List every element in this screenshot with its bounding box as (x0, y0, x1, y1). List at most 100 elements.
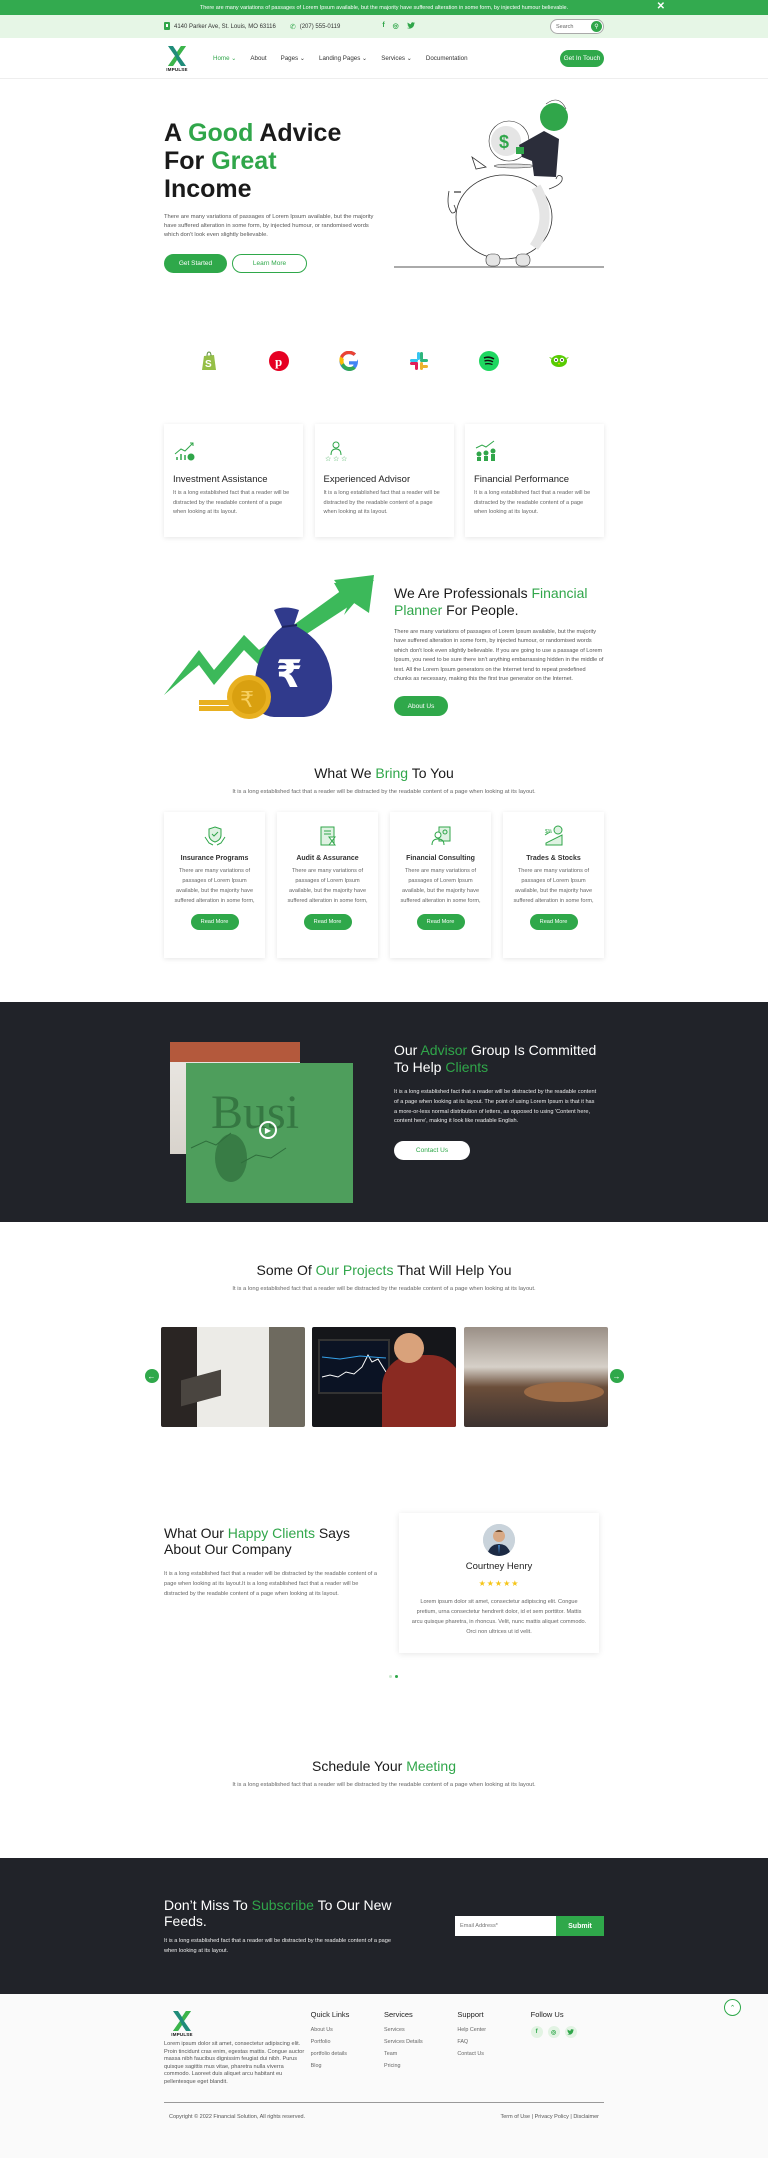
instagram-icon[interactable]: ◎ (393, 22, 399, 31)
social-links: f ◎ (382, 22, 415, 31)
nav-item-pages[interactable]: Pages ⌄ (281, 55, 305, 62)
slack-logo-icon (408, 350, 430, 372)
scroll-to-top-button[interactable]: ⌃ (724, 1999, 741, 2016)
logo-icon (168, 46, 186, 66)
instagram-icon[interactable]: ◎ (547, 2026, 560, 2038)
project-image-whiteboard[interactable] (160, 1327, 305, 1427)
footer-link[interactable]: Contact Us (457, 2051, 530, 2057)
svg-text:☆: ☆ (333, 455, 339, 462)
terms-link[interactable]: Term of Use (500, 2114, 530, 2120)
svg-text:☆: ☆ (325, 455, 331, 462)
hero-title: A Good Advice For Great Income (164, 119, 342, 203)
announcement-bar: There are many variations of passages of… (0, 0, 768, 15)
play-icon[interactable]: ▶ (259, 1121, 277, 1139)
feature-card: ☆ ☆ ☆ Experienced Advisor It is a long est… (314, 424, 454, 537)
pagination-dot-active[interactable] (395, 1675, 398, 1678)
twitter-icon[interactable] (564, 2026, 577, 2038)
audit-icon (316, 826, 340, 849)
subscribe-title: Don’t Miss To Subscribe To Our New Feeds… (164, 1896, 392, 1929)
carousel-next-button[interactable]: → (609, 1369, 624, 1383)
footer-link[interactable]: Pricing (384, 2063, 457, 2069)
footer-link[interactable]: About Us (311, 2027, 384, 2033)
email-field[interactable] (455, 1916, 556, 1936)
disclaimer-link[interactable]: Disclaimer (573, 2114, 599, 2120)
footer-link[interactable]: Services (384, 2027, 457, 2033)
close-icon[interactable]: ✕ (657, 1, 665, 12)
search-input[interactable]: Search ⚲ (550, 19, 604, 34)
investment-chart-icon (173, 442, 197, 464)
announcement-text: There are many variations of passages of… (199, 4, 569, 11)
logo[interactable]: IMPULSE (164, 45, 190, 72)
testimonial-pagination (389, 1675, 398, 1678)
footer-link[interactable]: Portfolio (311, 2039, 384, 2045)
advisor-title: Our Advisor Group Is Committed To Help C… (394, 1042, 597, 1075)
footer-logo[interactable]: IMPULSE (167, 2010, 197, 2037)
footer-link[interactable]: Blog (311, 2063, 384, 2069)
facebook-icon[interactable]: f (530, 2026, 543, 2038)
privacy-link[interactable]: Privacy Policy (535, 2114, 569, 2120)
professionals-section: ₹ ₹ We Are Professionals Financial Plann… (0, 575, 768, 765)
read-more-button[interactable]: Read More (416, 914, 465, 930)
copyright: Copyright © 2022 Financial Solution, All… (169, 2114, 306, 2120)
legal-links: Term of Use | Privacy Policy | Disclaime… (500, 2114, 599, 2120)
nav-menu: Home ⌄ About Pages ⌄ Landing Pages ⌄ Ser… (213, 55, 468, 62)
nav-item-about[interactable]: About (250, 55, 266, 62)
footer-link[interactable]: portfolio details (311, 2051, 384, 2057)
pinterest-logo-icon: p (268, 350, 290, 372)
service-card: $% Trades & Stocks There are many variat… (503, 812, 604, 958)
client-name: Courtney Henry (465, 1561, 533, 1572)
project-image-meeting[interactable] (463, 1327, 608, 1427)
submit-button[interactable]: Submit (556, 1916, 604, 1936)
carousel-prev-button[interactable]: ← (144, 1369, 159, 1383)
read-more-button[interactable]: Read More (303, 914, 352, 930)
footer-link[interactable]: Services Details (384, 2039, 457, 2045)
nav-item-services[interactable]: Services ⌄ (381, 55, 412, 62)
features-section: Investment Assistance It is a long estab… (0, 409, 768, 537)
footer-support: Support Help Center FAQ Contact Us (457, 2010, 530, 2086)
footer-link[interactable]: FAQ (457, 2039, 530, 2045)
nav-item-documentation[interactable]: Documentation (426, 55, 468, 62)
phone[interactable]: ✆ (207) 555-0119 (290, 23, 340, 31)
advisor-section: Busi ▶ Our Advisor Group Is Committed To… (0, 1002, 768, 1222)
footer-link[interactable]: Team (384, 2051, 457, 2057)
performance-icon (474, 440, 498, 464)
newspaper-video-thumbnail[interactable]: Busi ▶ (186, 1063, 353, 1203)
learn-more-button[interactable]: Learn More (232, 254, 307, 273)
testimonials-title: What Our Happy Clients Says About Our Co… (164, 1525, 350, 1557)
testimonial-quote: Lorem ipsum dolor sit amet, consectetur … (411, 1599, 587, 1635)
testimonial-card: Courtney Henry ★★★★★ Lorem ipsum dolor s… (399, 1513, 599, 1653)
read-more-button[interactable]: Read More (190, 914, 239, 930)
logo-icon (173, 2011, 191, 2031)
insurance-icon (203, 826, 227, 849)
search-icon[interactable]: ⚲ (591, 21, 602, 32)
spotify-logo-icon (478, 350, 500, 372)
read-more-button[interactable]: Read More (529, 914, 578, 930)
project-image-trading[interactable] (312, 1327, 456, 1427)
hero-section: A Good Advice For Great Income There are… (0, 79, 768, 329)
svg-text:☆: ☆ (341, 455, 347, 462)
svg-text:₹: ₹ (240, 688, 254, 713)
nav-item-home[interactable]: Home ⌄ (213, 55, 236, 62)
service-card: Insurance Programs There are many variat… (164, 812, 265, 958)
about-us-button[interactable]: About Us (394, 696, 448, 717)
subscribe-form: Submit (455, 1916, 604, 1936)
pagination-dot[interactable] (389, 1675, 392, 1678)
money-growth-illustration: ₹ ₹ (164, 575, 384, 735)
twitter-icon[interactable] (406, 22, 415, 31)
feature-card: Financial Performance It is a long estab… (465, 424, 604, 537)
footer-link[interactable]: Help Center (457, 2027, 530, 2033)
footer: IMPULSE Lorem ipsum dolor sit amet, cons… (0, 1994, 768, 2158)
brand-logos: S p (0, 329, 768, 409)
nav-item-landing-pages[interactable]: Landing Pages ⌄ (319, 55, 367, 62)
get-started-button[interactable]: Get Started (164, 254, 227, 273)
feature-card: Investment Assistance It is a long estab… (164, 424, 303, 537)
main-nav: IMPULSE Home ⌄ About Pages ⌄ Landing Pag… (0, 38, 768, 79)
contact-us-button[interactable]: Contact Us (394, 1141, 470, 1161)
service-card: Audit & Assurance There are many variati… (277, 812, 378, 958)
piggy-bank-illustration: $ (394, 79, 604, 299)
duolingo-logo-icon (548, 350, 570, 372)
get-in-touch-button[interactable]: Get In Touch (560, 50, 604, 67)
stocks-icon: $% (542, 825, 566, 849)
google-logo-icon (338, 350, 360, 372)
facebook-icon[interactable]: f (382, 22, 384, 31)
